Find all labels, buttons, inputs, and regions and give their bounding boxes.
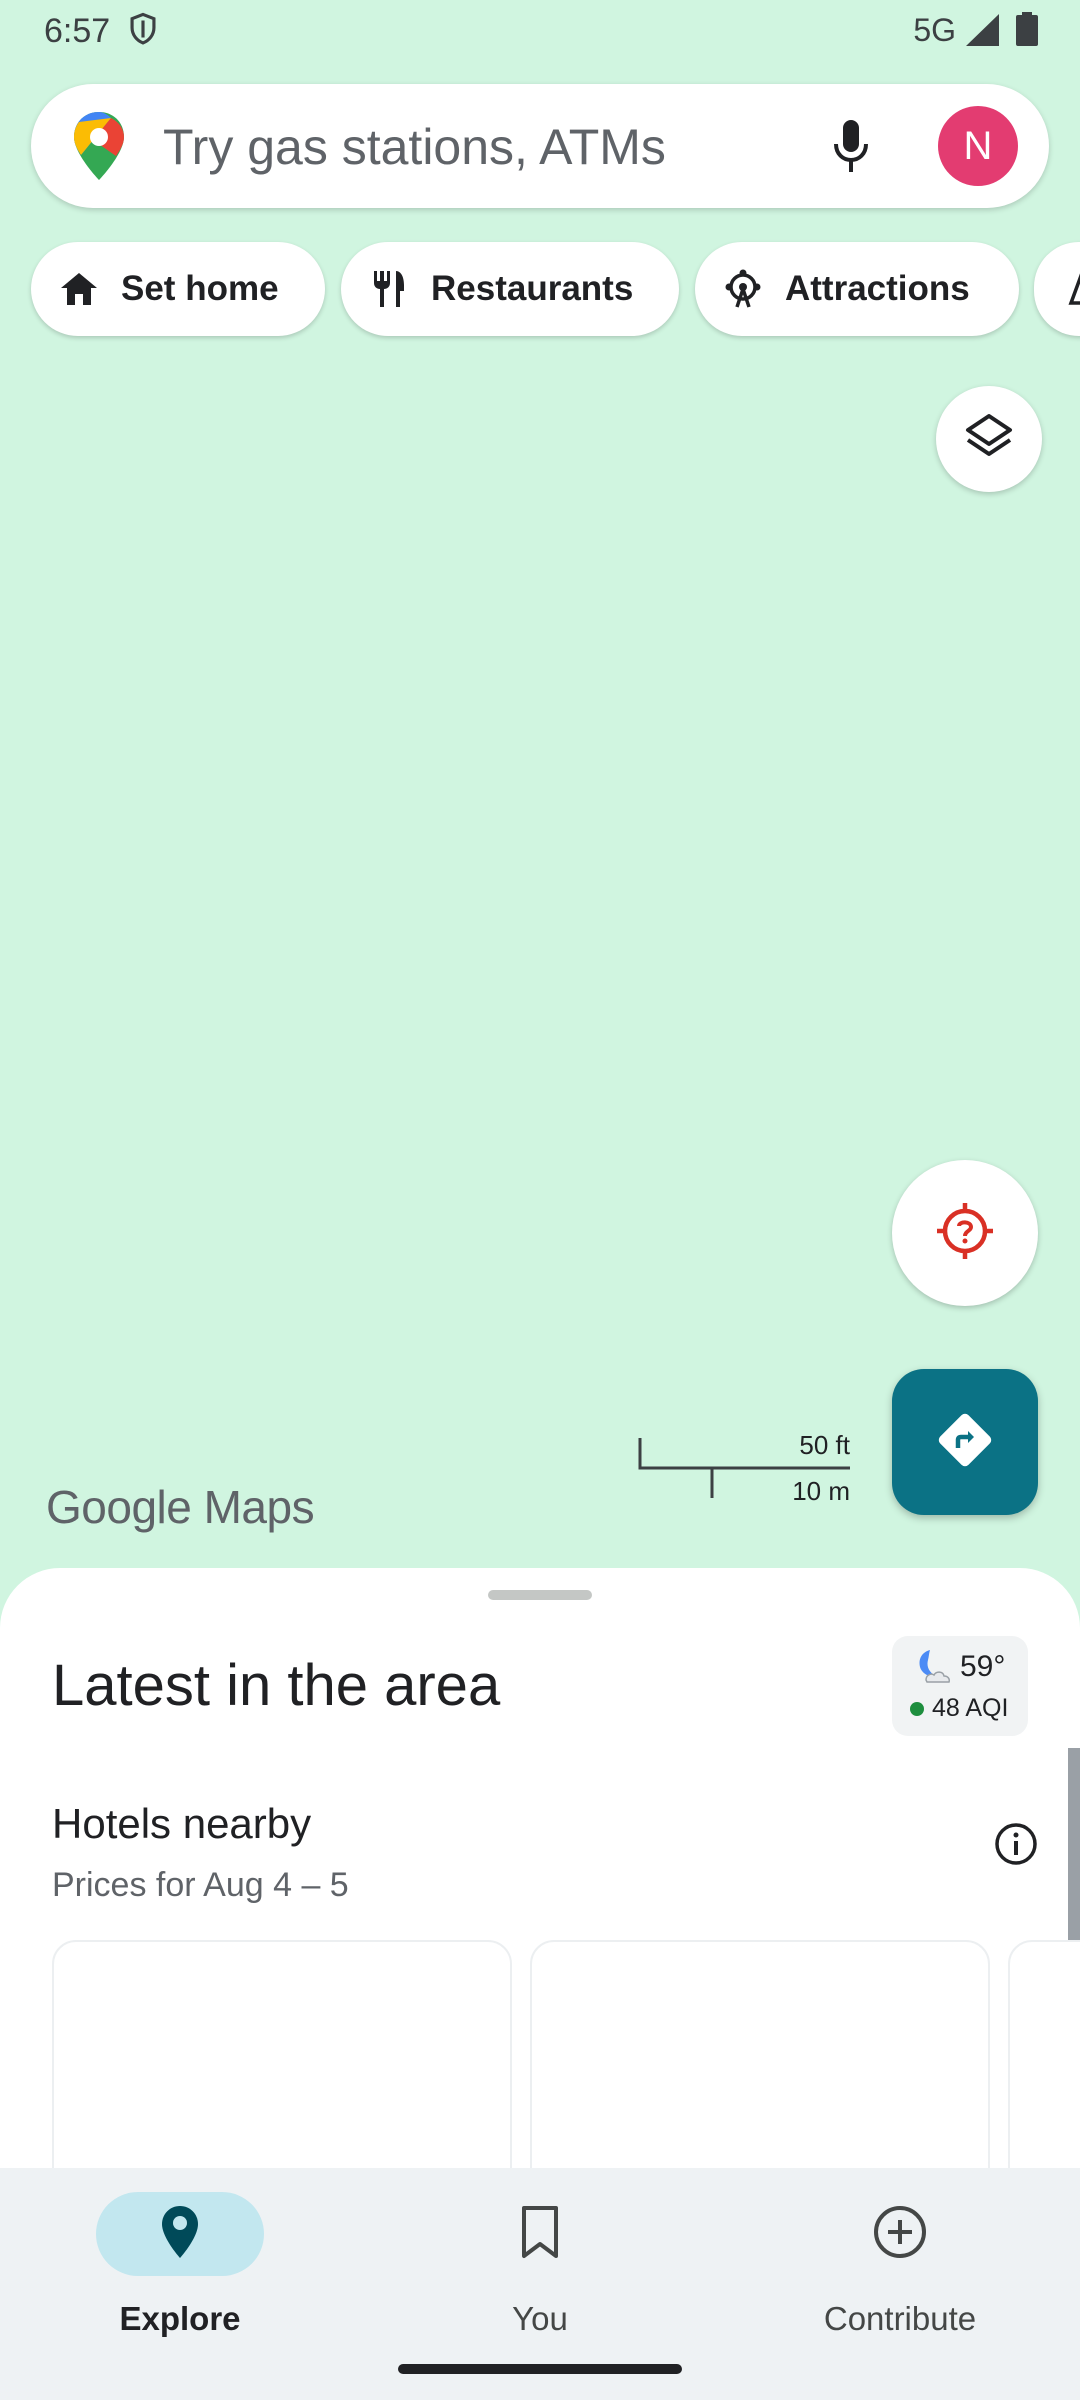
network-type: 5G — [913, 12, 956, 48]
gesture-bar[interactable] — [398, 2364, 682, 2374]
avatar[interactable]: N — [938, 106, 1018, 186]
chip-attractions[interactable]: Attractions — [695, 242, 1019, 336]
nav-label: You — [512, 2300, 568, 2337]
weather-badge[interactable]: 59° 48 AQI — [892, 1636, 1028, 1736]
battery-icon — [1016, 12, 1038, 51]
sheet-title: Latest in the area — [52, 1653, 501, 1718]
search-bar[interactable]: Try gas stations, ATMs N — [31, 84, 1049, 208]
section-subtitle: Prices for Aug 4 – 5 — [52, 1866, 349, 1904]
chip-label: Restaurants — [431, 269, 634, 308]
weather-temp: 59° — [960, 1650, 1006, 1683]
chip-label: Attractions — [785, 269, 970, 308]
info-icon[interactable] — [994, 1822, 1038, 1871]
drag-handle[interactable] — [488, 1590, 592, 1600]
status-bar: 6:57 5G — [0, 0, 1080, 60]
microphone-icon[interactable] — [831, 118, 871, 179]
nav-label: Contribute — [823, 2300, 977, 2337]
layers-icon — [964, 412, 1014, 467]
add-circle-icon — [720, 2202, 1080, 2266]
fork-knife-icon — [367, 267, 411, 311]
bottom-sheet[interactable]: Latest in the area 59° 48 AQI Hotels nea… — [0, 1568, 1080, 2168]
nav-item-contribute[interactable]: Contribute — [720, 2180, 1080, 2340]
nav-item-you[interactable]: You — [360, 2180, 720, 2340]
chip-label: Set home — [121, 269, 279, 308]
weather-aqi: 48 AQI — [932, 1694, 1009, 1722]
google-maps-wordmark: Google Maps — [46, 1481, 315, 1533]
map-canvas[interactable] — [0, 0, 1080, 1600]
ferris-wheel-icon — [721, 267, 765, 311]
aqi-status-dot — [910, 1702, 924, 1716]
map-scale: 50 ft 10 m — [638, 1424, 852, 1506]
nav-item-explore[interactable]: Explore — [0, 2180, 360, 2340]
home-icon — [57, 267, 101, 311]
scale-meters: 10 m — [792, 1476, 850, 1506]
my-location-button[interactable] — [892, 1160, 1038, 1306]
directions-button[interactable] — [892, 1369, 1038, 1515]
shield-icon — [128, 12, 158, 51]
hotel-card[interactable] — [530, 1940, 990, 2168]
hotel-card[interactable] — [1008, 1940, 1080, 2168]
hotel-card[interactable] — [52, 1940, 512, 2168]
status-time: 6:57 — [44, 12, 111, 50]
chip-overflow-icon — [1060, 267, 1080, 311]
directions-icon — [935, 1410, 995, 1475]
signal-icon — [966, 14, 1000, 51]
location-unknown-icon — [933, 1199, 997, 1268]
search-input[interactable]: Try gas stations, ATMs — [163, 118, 666, 176]
layers-button[interactable] — [936, 386, 1042, 492]
chip-restaurants[interactable]: Restaurants — [341, 242, 679, 336]
bookmark-icon — [360, 2202, 720, 2266]
section-title: Hotels nearby — [52, 1800, 312, 1847]
location-pin-icon — [0, 2202, 360, 2266]
chip-set-home[interactable]: Set home — [31, 242, 325, 336]
nav-label: Explore — [119, 2300, 241, 2337]
google-maps-logo-icon — [71, 110, 127, 187]
weather-night-icon — [910, 1646, 954, 1693]
scale-feet: 50 ft — [799, 1430, 850, 1460]
